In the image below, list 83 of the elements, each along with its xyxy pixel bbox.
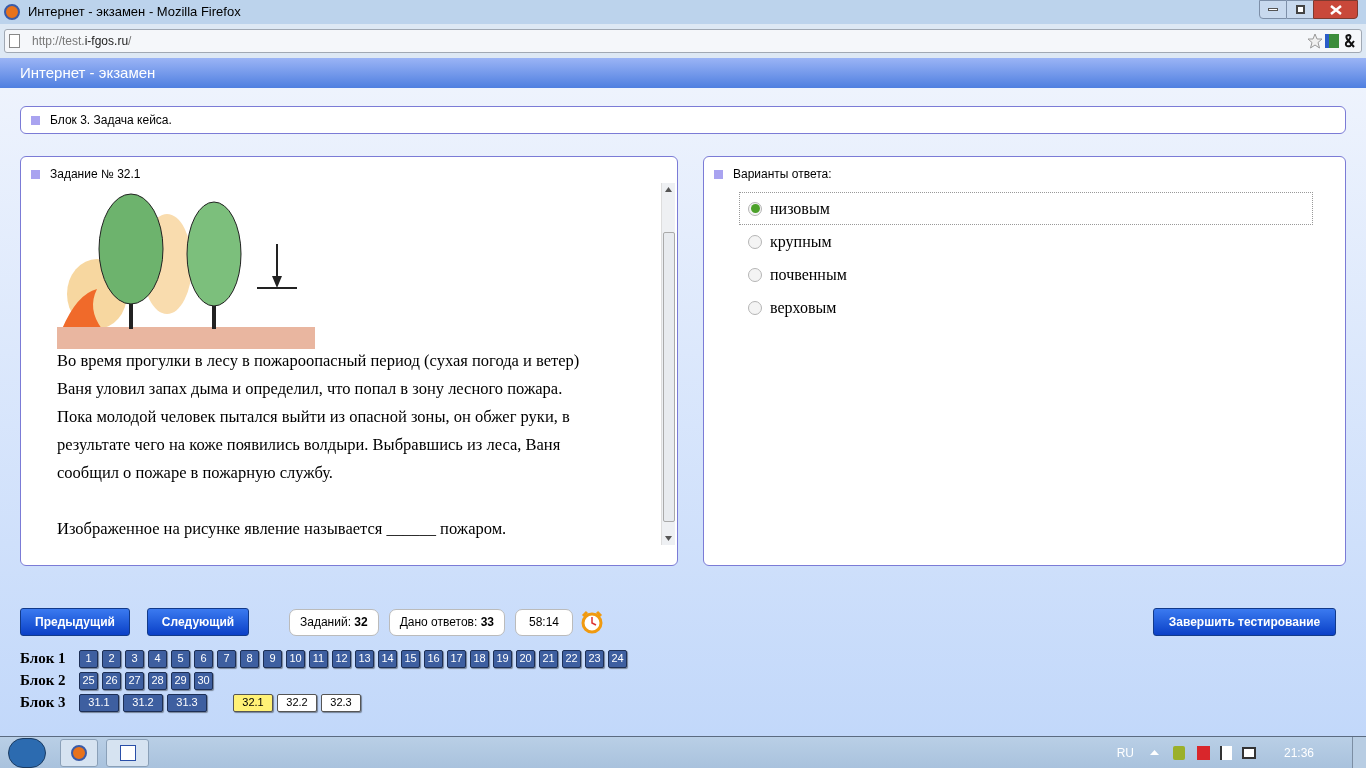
alarm-clock-icon [581,610,603,634]
url-text: http://test.i-fgos.ru/ [32,33,132,50]
question-number-button[interactable]: 8 [240,649,259,668]
question-number-button[interactable]: 13 [355,649,374,668]
counter-label: Дано ответов: 33 [388,608,505,636]
scroll-down-icon[interactable] [665,536,672,541]
radio-button[interactable] [748,267,762,282]
restore-button[interactable] [1287,0,1313,19]
window-title: Интернет - экзамен - Mozilla Firefox [28,3,241,22]
scroll-up-icon[interactable] [665,187,672,192]
radio-button[interactable] [748,234,762,249]
question-number-button[interactable]: 29 [171,671,190,690]
question-number-button[interactable]: 14 [378,649,397,668]
bullet-icon [31,115,40,125]
block-label: Блок 1 [20,649,67,669]
question-number-button[interactable]: 7 [217,649,236,668]
question-number-button[interactable]: 1 [79,649,98,668]
question-number-button[interactable]: 2 [102,649,121,668]
answers-title: Варианты ответа: [733,166,832,183]
question-number-button[interactable]: 6 [194,649,213,668]
question-number-button[interactable]: 5 [171,649,190,668]
question-number-button[interactable]: 27 [125,671,144,690]
previous-button[interactable]: Предыдущий [20,608,130,636]
question-number-button[interactable]: 32.1 [233,693,273,712]
question-number-button[interactable]: 23 [585,649,604,668]
question-number-button[interactable]: 3 [125,649,144,668]
question-number-button[interactable]: 20 [516,649,535,668]
close-icon [1329,4,1342,15]
minimize-button[interactable] [1259,0,1287,19]
next-button[interactable]: Следующий [147,608,249,636]
question-number-button[interactable]: 9 [263,649,282,668]
answer-option[interactable]: верховым [739,291,1313,324]
question-number-button[interactable]: 22 [562,649,581,668]
bullet-icon [31,169,40,179]
task-text: Во время прогулки в лесу в пожароопасный период (сухая погода и ветер) Ваня уловил запах дыма и определил, что попал в зону лесного пожара. Пока молодой человек пытался выйти из опасной зоны, он обжег руки, в результате чего на коже появились волдыри. Выбравшись из леса, Ваня сообщил о пожаре в пожарную службу. [57,350,581,484]
question-number-button[interactable]: 18 [470,649,489,668]
close-button[interactable] [1313,0,1358,19]
question-number-button[interactable]: 32.3 [321,693,361,712]
question-number-button[interactable]: 32.2 [277,693,317,712]
question-number-button[interactable]: 30 [194,671,213,690]
question-number-button[interactable]: 28 [148,671,167,690]
block-label: Блок 3 [20,693,67,713]
question-number-button[interactable]: 19 [493,649,512,668]
answer-option[interactable]: низовым [739,192,1313,225]
question-text: Изображенное на рисунке явление называется ______ пожаром. [57,518,508,540]
question-number-button[interactable]: 15 [401,649,420,668]
question-number-button[interactable]: 24 [608,649,627,668]
question-number-button[interactable]: 21 [539,649,558,668]
timer: 58:14 [515,608,573,636]
question-number-button[interactable]: 31.3 [167,693,207,712]
page-icon [9,34,20,48]
tray-icon[interactable] [1219,745,1232,760]
radio-button[interactable] [748,300,762,315]
radio-button[interactable] [748,201,762,216]
finish-test-button[interactable]: Завершить тестирование [1153,608,1336,636]
question-number-button[interactable]: 11 [309,649,328,668]
question-number-button[interactable]: 12 [332,649,351,668]
question-number-button[interactable]: 17 [447,649,466,668]
question-number-button[interactable]: 4 [148,649,167,668]
task-title: Задание № 32.1 [50,166,141,183]
address-field[interactable]: http://test.i-fgos.ru/ [4,29,1362,53]
answer-option[interactable]: крупным [739,225,1313,258]
question-number-button[interactable]: 31.2 [123,693,163,712]
taskbar-browser-button[interactable] [60,738,98,767]
network-icon[interactable] [1241,746,1256,759]
block-label: Блок 2 [20,671,67,691]
star-icon[interactable] [1307,33,1323,49]
browser-logo-icon [4,4,20,20]
question-number-button[interactable]: 25 [79,671,98,690]
question-number-button[interactable]: 10 [286,649,305,668]
question-number-button[interactable]: 16 [424,649,443,668]
scrollbar[interactable] [661,183,675,545]
answer-option[interactable]: почвенным [739,258,1313,291]
block-title: Блок 3. Задача кейса. [50,112,172,129]
browser-logo-icon [71,744,87,761]
ampersand-icon[interactable] [1343,34,1357,48]
question-number-button[interactable]: 31.1 [79,693,119,712]
bullet-icon [714,169,723,179]
question-number-button[interactable]: 26 [102,671,121,690]
counter-label: Заданий: 32 [289,608,379,636]
taskbar-document-button[interactable] [106,738,149,767]
document-app-icon [119,744,136,761]
app-title: Интернет - экзамен [20,62,156,83]
